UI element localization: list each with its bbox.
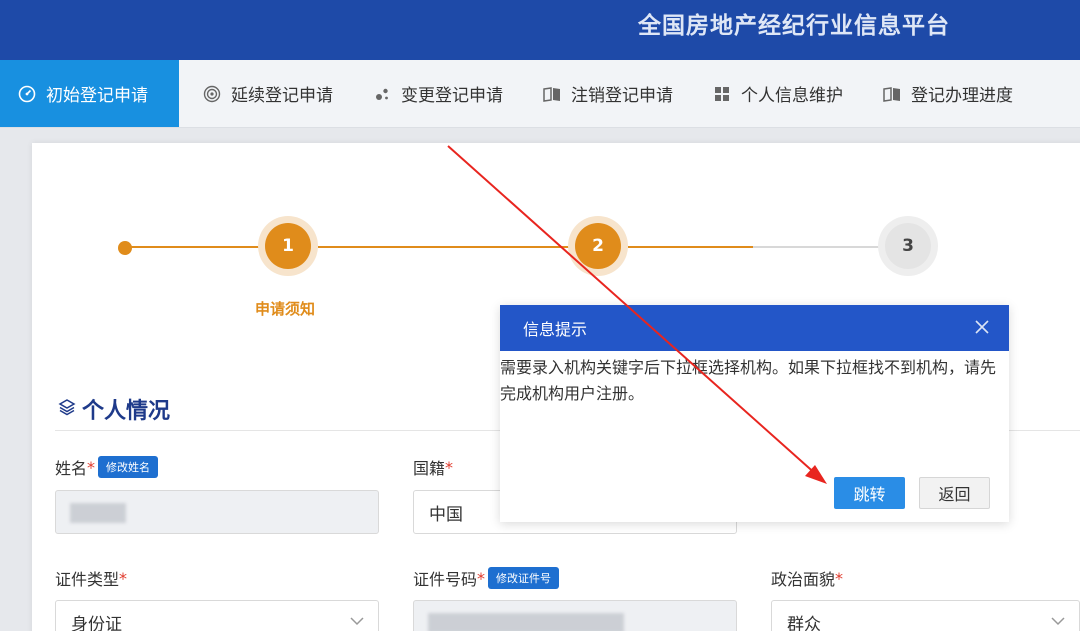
- redacted-name: [70, 503, 126, 523]
- section-title-text: 个人情况: [82, 399, 171, 424]
- name-label-text: 姓名: [55, 459, 88, 478]
- political-select[interactable]: 群众: [771, 600, 1080, 631]
- name-label: 姓名 * 修改姓名: [55, 455, 159, 479]
- nav-label: 个人信息维护: [741, 86, 843, 106]
- required-mark: *: [477, 568, 486, 588]
- id-number-label-text: 证件号码: [413, 570, 478, 589]
- id-type-value: 身份证: [71, 614, 122, 631]
- nationality-label-text: 国籍: [413, 459, 446, 478]
- id-type-select[interactable]: 身份证: [55, 600, 379, 631]
- redacted-id-number: [428, 613, 624, 631]
- dots-icon: [371, 83, 393, 105]
- required-mark: *: [87, 457, 96, 477]
- step-line: [628, 246, 753, 248]
- step-2: 2: [568, 216, 628, 276]
- step-number: 2: [575, 223, 621, 269]
- layers-icon: [58, 398, 76, 421]
- nav-label: 注销登记申请: [571, 86, 673, 106]
- nationality-label: 国籍 *: [413, 455, 453, 479]
- step-line-pending: [753, 246, 883, 248]
- political-label: 政治面貌 *: [771, 566, 843, 590]
- step-number: 1: [265, 223, 311, 269]
- edit-id-number-button[interactable]: 修改证件号: [488, 567, 560, 589]
- required-mark: *: [119, 568, 128, 588]
- chevron-down-icon: [350, 614, 364, 630]
- step-start-dot: [118, 241, 132, 255]
- dialog-message: 需要录入机构关键字后下拉框选择机构。如果下拉框找不到机构，请先完成机构用户注册。: [500, 358, 997, 403]
- political-value: 群众: [787, 614, 821, 631]
- book-icon: [881, 83, 903, 105]
- site-title: 全国房地产经纪行业信息平台: [638, 13, 950, 39]
- political-label-text: 政治面貌: [771, 570, 836, 589]
- id-number-label: 证件号码 * 修改证件号: [413, 566, 560, 590]
- step-1-label: 申请须知: [255, 300, 316, 318]
- close-icon[interactable]: [975, 318, 989, 339]
- nav-registration-progress[interactable]: 登记办理进度: [859, 60, 1029, 127]
- grid-icon: [711, 83, 733, 105]
- nav-cancel-registration[interactable]: 注销登记申请: [519, 60, 689, 127]
- edit-name-button[interactable]: 修改姓名: [98, 456, 159, 478]
- nationality-value: 中国: [429, 504, 463, 525]
- id-type-label: 证件类型 *: [55, 566, 127, 590]
- nav-label: 延续登记申请: [231, 86, 333, 106]
- dialog-header: 信息提示: [500, 305, 1009, 351]
- name-field[interactable]: [55, 490, 379, 534]
- step-number: 3: [885, 223, 931, 269]
- jump-button[interactable]: 跳转: [834, 477, 905, 509]
- id-type-label-text: 证件类型: [55, 570, 120, 589]
- info-dialog: 信息提示 需要录入机构关键字后下拉框选择机构。如果下拉框找不到机构，请先完成机构…: [500, 305, 1009, 522]
- step-1: 1: [258, 216, 318, 276]
- target-icon: [201, 83, 223, 105]
- nav-personal-info[interactable]: 个人信息维护: [689, 60, 859, 127]
- step-line: [318, 246, 571, 248]
- step-3: 3: [878, 216, 938, 276]
- nav-initial-registration[interactable]: 初始登记申请: [0, 60, 179, 127]
- dialog-title: 信息提示: [523, 320, 588, 339]
- required-mark: *: [445, 457, 454, 477]
- book-icon: [541, 83, 563, 105]
- dashboard-icon: [16, 83, 38, 105]
- nav-renewal-registration[interactable]: 延续登记申请: [179, 60, 349, 127]
- step-line: [125, 246, 260, 248]
- nav-label: 初始登记申请: [46, 86, 148, 106]
- nav-label: 登记办理进度: [911, 86, 1013, 106]
- main-nav: 初始登记申请 延续登记申请 变更登记申请 注销登记申请 个人信息维护 登记办理进…: [0, 60, 1080, 128]
- return-button[interactable]: 返回: [919, 477, 990, 509]
- id-number-field[interactable]: [413, 600, 737, 631]
- required-mark: *: [835, 568, 844, 588]
- nav-label: 变更登记申请: [401, 86, 503, 106]
- nav-change-registration[interactable]: 变更登记申请: [349, 60, 519, 127]
- top-header: 全国房地产经纪行业信息平台: [0, 0, 1080, 60]
- chevron-down-icon: [1051, 614, 1065, 630]
- section-title: 个人情况: [58, 393, 170, 425]
